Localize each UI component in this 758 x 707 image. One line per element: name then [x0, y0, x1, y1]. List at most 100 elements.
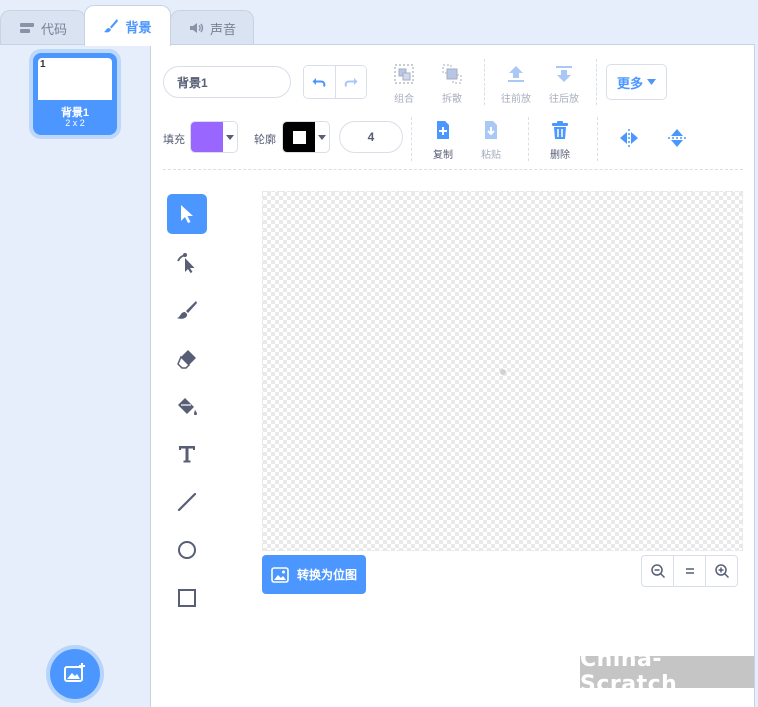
backward-button[interactable]: 往后放	[544, 63, 584, 105]
eraser-icon	[177, 350, 196, 369]
paint-canvas[interactable]	[262, 191, 743, 551]
tab-sounds[interactable]: 声音	[170, 10, 254, 45]
fill-bucket-icon	[178, 398, 197, 416]
costume-item[interactable]: 1 背景1 2 x 2	[33, 53, 117, 135]
zoom-in-icon	[714, 564, 729, 579]
costume-size: 2 x 2	[65, 118, 85, 128]
more-label: 更多	[616, 75, 643, 91]
flip-horizontal-button[interactable]	[609, 127, 649, 154]
delete-label: 删除	[550, 150, 570, 161]
zoom-in-button[interactable]	[705, 556, 737, 586]
image-icon	[271, 566, 289, 583]
fill-color-picker[interactable]	[190, 121, 238, 153]
undo-button[interactable]	[304, 66, 335, 98]
flip-horizontal-icon	[620, 129, 638, 147]
dropdown-caret	[315, 122, 329, 152]
flip-vertical-icon	[668, 129, 686, 147]
watermark: China-Scratch	[580, 647, 754, 697]
code-icon	[19, 23, 34, 33]
add-backdrop-button[interactable]	[50, 649, 100, 699]
forward-label: 往前放	[501, 94, 531, 105]
reshape-icon	[177, 253, 195, 273]
tab-code[interactable]: 代码	[0, 10, 86, 45]
forward-button[interactable]: 往前放	[496, 63, 536, 105]
tab-sounds-label: 声音	[209, 21, 236, 37]
paint-editor: 组合 拆散 往前放 往后放 更多 填充 轮廓	[151, 44, 755, 707]
fill-tool[interactable]	[167, 386, 207, 426]
ungroup-button[interactable]: 拆散	[432, 63, 472, 105]
rectangle-tool[interactable]	[167, 578, 207, 618]
separator	[484, 59, 485, 105]
paste-label: 粘贴	[481, 150, 501, 161]
flip-vertical-button[interactable]	[657, 127, 697, 154]
paste-icon	[485, 121, 497, 139]
zoom-reset-button[interactable]	[673, 556, 705, 586]
eraser-tool[interactable]	[167, 338, 207, 378]
copy-button[interactable]: 复制	[423, 119, 463, 161]
zoom-reset-icon	[685, 568, 694, 574]
select-tool[interactable]	[167, 194, 207, 234]
outline-swatch	[283, 122, 315, 152]
caret-down-icon	[318, 134, 326, 140]
backward-label: 往后放	[549, 94, 579, 105]
separator	[528, 117, 529, 161]
text-icon	[179, 446, 195, 463]
line-icon	[177, 492, 197, 512]
fill-swatch	[191, 122, 223, 152]
caret-down-icon	[647, 79, 656, 85]
editor-tabs: 代码 背景 声音	[0, 0, 758, 46]
outline-label: 轮廓	[254, 134, 276, 146]
circle-tool[interactable]	[167, 530, 207, 570]
group-label: 组合	[394, 94, 414, 105]
undo-redo-group	[303, 65, 367, 99]
move-forward-icon	[508, 66, 524, 82]
dropdown-caret	[223, 122, 237, 152]
tab-code-label: 代码	[40, 21, 67, 37]
group-button[interactable]: 组合	[384, 63, 424, 105]
speaker-icon	[189, 23, 204, 33]
outline-color-picker[interactable]	[282, 121, 330, 153]
brush-icon	[104, 19, 119, 33]
copy-icon	[437, 121, 449, 139]
zoom-out-icon	[650, 564, 665, 579]
outline-width-input[interactable]	[339, 121, 403, 153]
zoom-controls	[641, 555, 738, 587]
brush-icon	[177, 301, 197, 319]
move-backward-icon	[556, 66, 572, 82]
fill-label: 填充	[163, 134, 185, 146]
line-tool[interactable]	[167, 482, 207, 522]
reshape-tool[interactable]	[167, 242, 207, 282]
delete-button[interactable]: 删除	[540, 119, 580, 161]
copy-label: 复制	[433, 150, 453, 161]
separator	[597, 117, 598, 161]
redo-button[interactable]	[334, 66, 366, 98]
redo-icon	[344, 78, 358, 87]
rectangle-icon	[178, 589, 196, 607]
costume-number: 1	[40, 59, 46, 70]
costume-list-pane: 1 背景1 2 x 2	[0, 44, 151, 707]
canvas-center-marker	[500, 369, 506, 375]
trash-icon	[552, 121, 568, 139]
brush-tool[interactable]	[167, 290, 207, 330]
toolbar-divider	[163, 169, 743, 170]
convert-to-bitmap-button[interactable]: 转换为位图	[262, 555, 366, 594]
more-button[interactable]: 更多	[606, 64, 667, 100]
costume-name-input[interactable]	[163, 66, 291, 98]
separator	[596, 59, 597, 105]
separator	[411, 117, 412, 161]
zoom-out-button[interactable]	[642, 556, 673, 586]
select-arrow-icon	[181, 205, 193, 223]
paste-button[interactable]: 粘贴	[471, 119, 511, 161]
caret-down-icon	[226, 134, 234, 140]
add-backdrop-icon	[64, 663, 85, 682]
ungroup-label: 拆散	[442, 94, 462, 105]
circle-icon	[178, 541, 196, 559]
text-tool[interactable]	[167, 434, 207, 474]
tab-backdrops[interactable]: 背景	[84, 5, 171, 46]
group-icon	[394, 64, 414, 84]
tab-backdrops-label: 背景	[125, 19, 152, 35]
ungroup-icon	[442, 64, 462, 84]
convert-label: 转换为位图	[296, 568, 357, 582]
undo-icon	[312, 78, 326, 87]
costume-thumbnail	[38, 58, 112, 100]
